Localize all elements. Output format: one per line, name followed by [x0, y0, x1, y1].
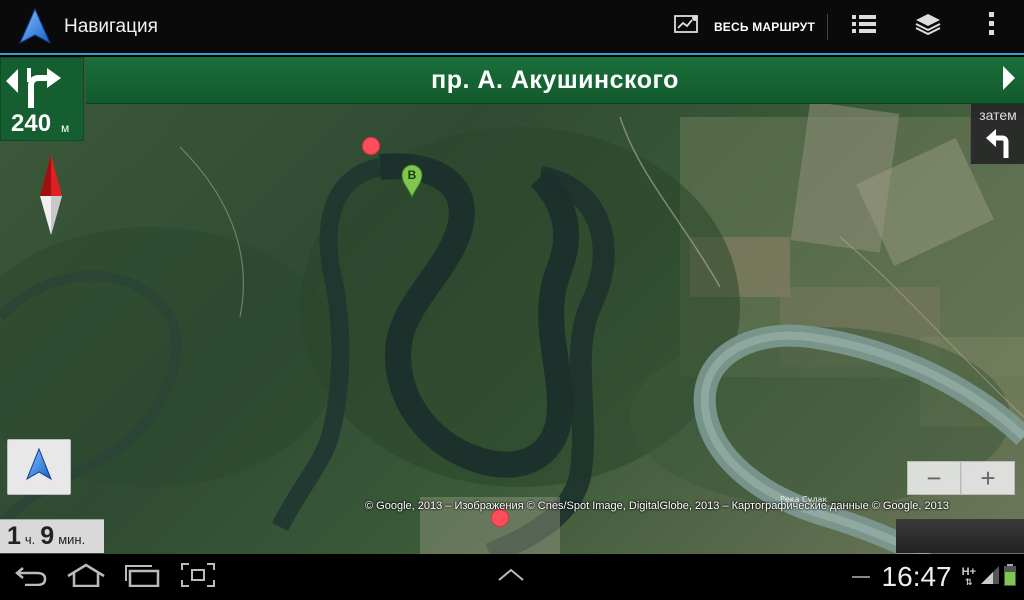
home-button[interactable] [58, 554, 114, 600]
battery-icon [1004, 563, 1016, 591]
system-bar: 16:47 H+ ⇅ [0, 554, 1024, 600]
map-view[interactable]: Река Сулак [0, 57, 1024, 554]
app-title: Навигация [64, 15, 158, 37]
chevron-up-icon [497, 568, 525, 587]
app-drawer-button[interactable] [488, 554, 534, 600]
screenshot-button[interactable] [170, 554, 226, 600]
status-area[interactable]: 16:47 H+ ⇅ [851, 554, 1016, 600]
next-step-button[interactable] [998, 65, 1020, 95]
eta-minutes-unit: мин. [58, 532, 86, 547]
recent-apps-button[interactable] [114, 554, 170, 600]
back-icon [13, 564, 47, 591]
bottom-right-panel [896, 519, 1024, 553]
turn-right-fork-icon [25, 64, 63, 108]
chevron-left-icon [5, 69, 19, 98]
overflow-menu-icon [989, 12, 995, 41]
signal-strength-icon [980, 565, 1000, 590]
navigation-arrow-icon [25, 447, 53, 487]
eta-minutes: 9 [40, 522, 55, 550]
current-turn-panel[interactable]: 240 м [0, 57, 84, 141]
network-type: H+ ⇅ [962, 567, 976, 588]
data-activity-icon: ⇅ [965, 577, 973, 587]
compass-icon[interactable] [38, 155, 64, 237]
turn-distance-unit: м [61, 121, 70, 135]
eta-hours: 1 [7, 522, 21, 550]
chevron-right-icon [1002, 65, 1016, 96]
destination-label: B [407, 168, 417, 182]
then-label: затем [979, 107, 1017, 123]
directions-list-button[interactable] [832, 0, 896, 54]
layers-icon [915, 13, 941, 40]
street-name: пр. А. Акушинского [431, 65, 679, 94]
directions-list-icon [852, 14, 876, 39]
recent-apps-icon [124, 563, 160, 592]
overflow-menu-button[interactable] [960, 0, 1024, 54]
route-overview-button[interactable]: ВЕСЬ МАРШРУТ [660, 0, 823, 54]
eta-hours-unit: ч. [24, 532, 36, 547]
navigation-arrow-icon[interactable] [12, 0, 58, 54]
map-attribution: © Google, 2013 – Изображения © Cnes/Spot… [365, 500, 949, 512]
zoom-in-button[interactable]: + [961, 461, 1015, 495]
notification-dash-icon [851, 576, 870, 578]
screenshot-icon [181, 562, 215, 592]
then-turn-panel: затем [970, 104, 1024, 164]
turn-distance: 240 [11, 110, 52, 137]
my-location-button[interactable] [7, 439, 71, 495]
back-button[interactable] [2, 554, 58, 600]
turn-left-icon [984, 126, 1012, 158]
route-overview-label: ВЕСЬ МАРШРУТ [713, 19, 815, 34]
layers-button[interactable] [896, 0, 960, 54]
action-bar: Навигация ВЕСЬ МАРШРУТ [0, 0, 1024, 55]
route-overview-icon [674, 14, 700, 39]
street-banner[interactable]: пр. А. Акушинского [86, 57, 1024, 104]
zoom-out-button[interactable]: − [907, 461, 961, 495]
eta-panel[interactable]: 1 ч. 9 мин. [0, 519, 104, 553]
zoom-controls: − + [907, 461, 1015, 495]
route-waypoint-marker[interactable] [362, 137, 380, 155]
satellite-imagery: Река Сулак [0, 101, 1024, 554]
actionbar-divider [827, 13, 828, 40]
home-icon [66, 563, 106, 592]
destination-pin[interactable]: B [401, 164, 423, 199]
previous-step-button[interactable] [5, 68, 21, 96]
clock: 16:47 [881, 561, 952, 592]
